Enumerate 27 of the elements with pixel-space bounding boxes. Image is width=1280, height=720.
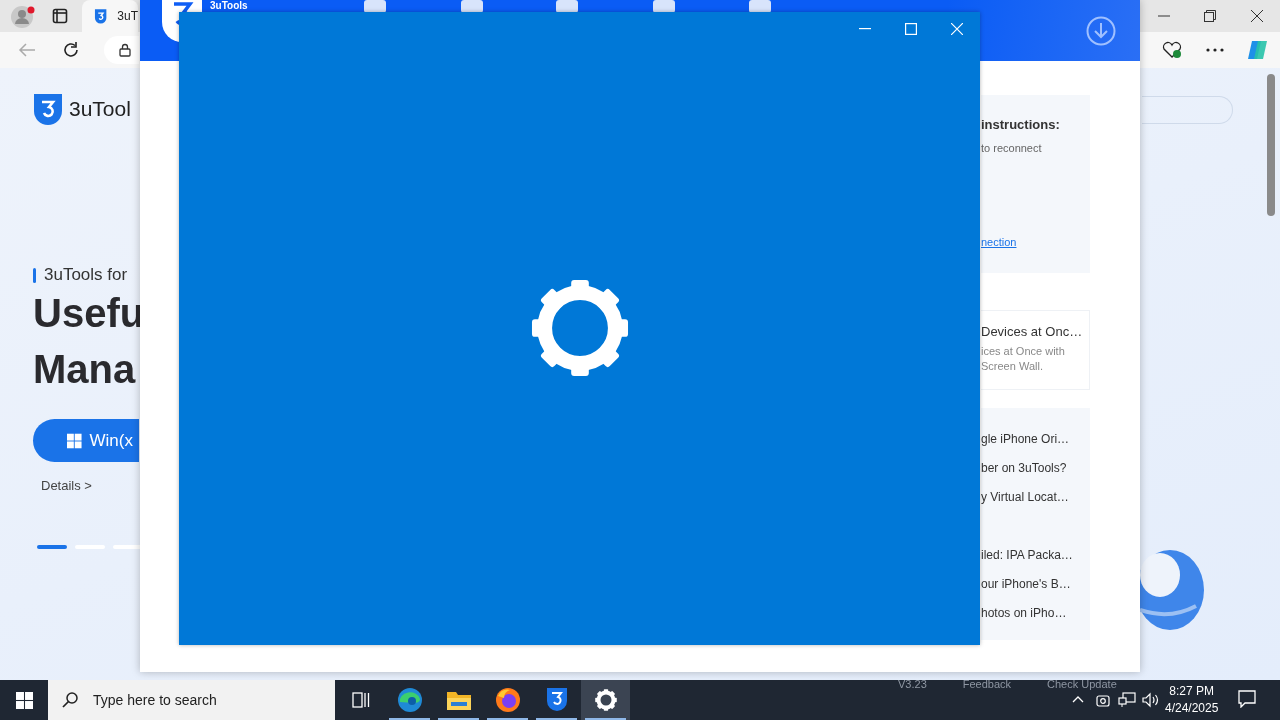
status-text[interactable]: Check Update: [1047, 678, 1117, 690]
feature-description: ices at Once with: [981, 344, 1066, 359]
article-link[interactable]: hotos on iPho…: [981, 605, 1090, 621]
instructions-text: to reconnect: [981, 142, 1043, 154]
clock-date[interactable]: 4/24/2025: [1165, 700, 1219, 717]
taskbar-search-field[interactable]: Type here to search: [48, 680, 335, 720]
status-text[interactable]: Feedback: [962, 678, 1012, 690]
app-title: 3uTools: [210, 0, 248, 11]
feature-card[interactable]: Devices at Onc… ices at Once with Screen Wall.: [981, 310, 1090, 390]
feature-description: Screen Wall.: [981, 359, 1044, 374]
eyebrow-text: 3uTools for: [44, 265, 128, 285]
connection-link[interactable]: nection: [981, 236, 1090, 248]
browser-tab[interactable]: 3uT: [82, 0, 138, 32]
article-link[interactable]: gle iPhone Ori…: [981, 431, 1090, 447]
article-link[interactable]: ber on 3uTools?: [981, 460, 1090, 476]
article-link[interactable]: our iPhone's B…: [981, 576, 1090, 592]
feature-title: Devices at Onc…: [981, 324, 1084, 339]
article-link[interactable]: iled: IPA Packa…: [981, 547, 1090, 563]
instructions-heading: instructions:: [981, 117, 1061, 132]
clock-time[interactable]: 8:27 PM: [1169, 683, 1215, 700]
article-link[interactable]: y Virtual Locat…: [981, 489, 1090, 505]
status-text[interactable]: V3.23: [898, 678, 927, 690]
headline: Mana: [33, 346, 136, 393]
headline: Usefu: [33, 290, 145, 337]
details-link[interactable]: Details >: [41, 478, 92, 493]
logo-text: 3uTool: [69, 97, 131, 121]
download-button[interactable]: Win(x: [33, 419, 139, 462]
